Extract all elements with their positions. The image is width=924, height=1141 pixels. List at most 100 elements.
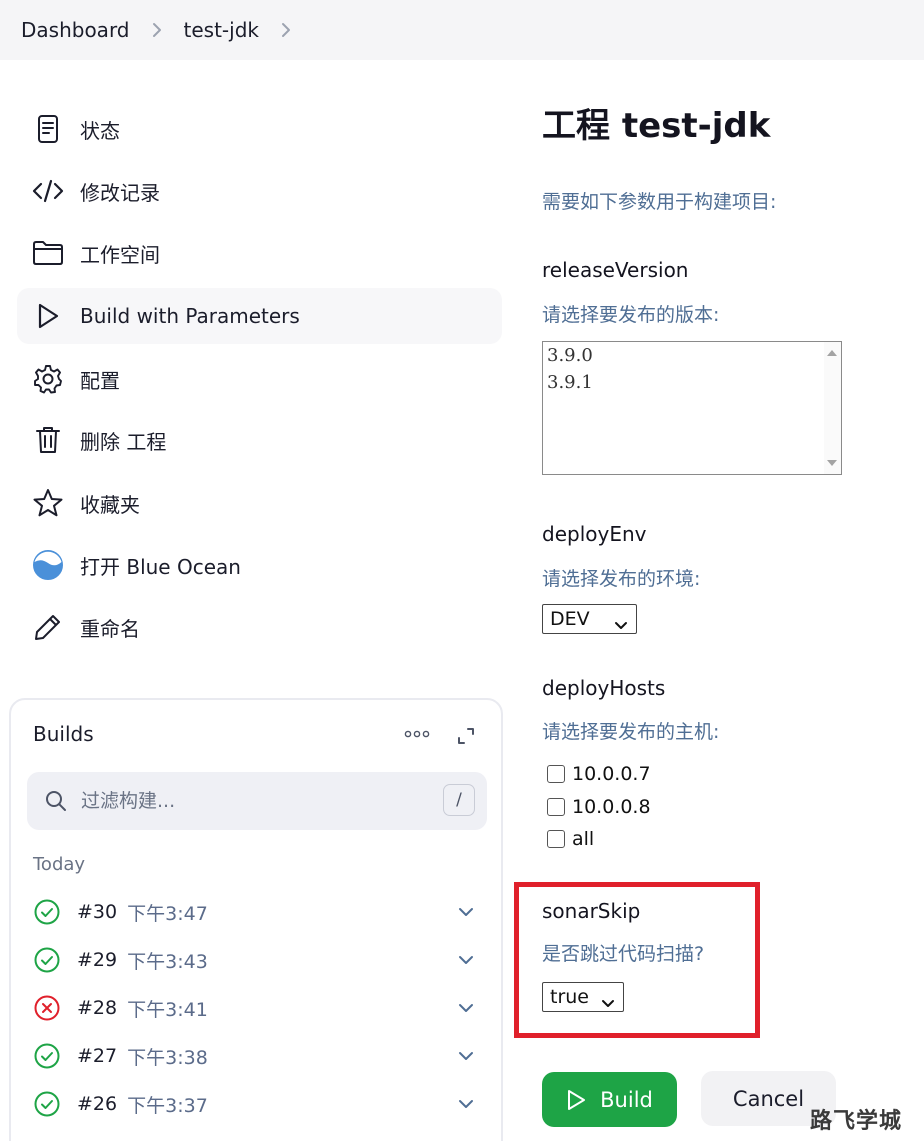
build-row[interactable]: #30 下午3:47: [33, 892, 478, 932]
sidebar-item-label: 打开 Blue Ocean: [80, 554, 241, 579]
watermark: 路飞学城: [810, 1109, 903, 1134]
sidebar-item-configure[interactable]: 配置: [17, 351, 502, 407]
success-status-icon: [33, 946, 61, 974]
chevron-down-icon[interactable]: [454, 996, 478, 1020]
success-status-icon: [33, 1090, 61, 1118]
breadcrumb-test-jdk[interactable]: test-jdk: [184, 18, 259, 42]
expand-icon[interactable]: [454, 724, 478, 748]
code-icon: [32, 175, 64, 207]
sidebar-item-label: 重命名: [80, 616, 140, 641]
more-icon[interactable]: [403, 724, 431, 744]
builds-panel: Builds / Today #30 下午3:47 #29 下午3:43 #28 下午3:…: [9, 698, 503, 1141]
sidebar-item-label: 删除 工程: [80, 429, 167, 454]
chevron-down-icon[interactable]: [454, 900, 478, 924]
sidebar-item-status[interactable]: 状态: [17, 101, 502, 157]
chevron-right-icon[interactable]: [281, 22, 291, 38]
trash-icon: [32, 424, 64, 456]
build-number[interactable]: #28: [77, 997, 117, 1019]
gear-icon: [32, 363, 64, 395]
build-row[interactable]: #26 下午3:37: [33, 1084, 478, 1124]
build-time[interactable]: 下午3:43: [127, 947, 208, 974]
release-version-listbox[interactable]: 3.9.0 3.9.1: [542, 341, 842, 475]
host-checkbox-row[interactable]: 10.0.0.8: [547, 794, 651, 820]
cancel-button-label: Cancel: [732, 1086, 805, 1111]
listbox-scrollbar[interactable]: [824, 342, 841, 474]
sidebar-item-rename[interactable]: 重命名: [17, 599, 502, 655]
chevron-down-icon[interactable]: [454, 1092, 478, 1116]
build-row[interactable]: #27 下午3:38: [33, 1036, 478, 1076]
release-version-option[interactable]: 3.9.1: [543, 369, 841, 396]
success-status-icon: [33, 1042, 61, 1070]
release-version-option[interactable]: 3.9.0: [543, 342, 841, 369]
param-deploy-env-desc: 请选择发布的环境:: [542, 568, 701, 590]
sidebar-item-favorite[interactable]: 收藏夹: [17, 475, 502, 531]
build-button[interactable]: Build: [542, 1072, 677, 1127]
build-row[interactable]: #28 下午3:41: [33, 988, 478, 1028]
build-number[interactable]: #27: [77, 1045, 117, 1067]
build-number[interactable]: #29: [77, 949, 117, 971]
play-icon: [568, 1089, 586, 1110]
build-number[interactable]: #30: [77, 901, 117, 923]
build-time[interactable]: 下午3:47: [127, 899, 208, 926]
sidebar-item-label: 配置: [80, 368, 120, 393]
param-release-version-name: releaseVersion: [542, 258, 689, 282]
chevron-down-icon[interactable]: [454, 948, 478, 972]
sidebar-item-workspace[interactable]: 工作空间: [17, 225, 502, 281]
host-checkbox-row[interactable]: all: [547, 826, 594, 852]
param-deploy-env-name: deployEnv: [542, 522, 647, 546]
success-status-icon: [33, 898, 61, 926]
param-sonar-skip-desc: 是否跳过代码扫描?: [542, 943, 705, 965]
sidebar-item-label: 工作空间: [80, 242, 160, 267]
build-button-label: Build: [600, 1087, 653, 1112]
build-time[interactable]: 下午3:41: [127, 995, 208, 1022]
param-release-version-desc: 请选择要发布的版本:: [542, 304, 720, 326]
folder-icon: [32, 237, 64, 269]
param-sonar-skip-name: sonarSkip: [542, 899, 641, 923]
build-time[interactable]: 下午3:37: [127, 1091, 208, 1118]
host-option-label: 10.0.0.7: [572, 763, 651, 785]
builds-filter: /: [27, 772, 487, 830]
builds-group-today: Today: [33, 854, 86, 875]
star-icon: [32, 487, 64, 519]
chevron-down-icon: [614, 614, 628, 636]
sidebar-item-changes[interactable]: 修改记录: [17, 163, 502, 219]
deploy-env-value: DEV: [550, 608, 590, 630]
sonar-skip-value: true: [550, 986, 589, 1008]
param-deploy-hosts-name: deployHosts: [542, 676, 666, 700]
checkbox[interactable]: [547, 798, 565, 816]
scroll-down-icon[interactable]: [827, 460, 837, 466]
host-checkbox-row[interactable]: 10.0.0.7: [547, 761, 651, 787]
chevron-down-icon[interactable]: [454, 1044, 478, 1068]
blue-ocean-icon: [32, 549, 64, 581]
play-icon: [32, 300, 64, 332]
build-number[interactable]: #26: [77, 1093, 117, 1115]
param-deploy-hosts-desc: 请选择要发布的主机:: [542, 721, 720, 743]
host-option-label: 10.0.0.8: [572, 796, 651, 818]
sidebar-item-label: 修改记录: [80, 180, 160, 205]
document-icon: [32, 113, 64, 145]
sidebar-item-blue-ocean[interactable]: 打开 Blue Ocean: [17, 537, 502, 593]
deploy-env-select[interactable]: DEV: [542, 604, 637, 634]
chevron-down-icon: [601, 992, 615, 1014]
failed-status-icon: [33, 994, 61, 1022]
host-option-label: all: [572, 828, 595, 850]
builds-title: Builds: [33, 722, 94, 746]
checkbox[interactable]: [547, 765, 565, 783]
params-description: 需要如下参数用于构建项目:: [542, 191, 777, 213]
build-time[interactable]: 下午3:38: [127, 1043, 208, 1070]
page-title: 工程 test-jdk: [542, 106, 771, 146]
builds-filter-input[interactable]: [81, 790, 421, 812]
sidebar-item-build-with-parameters[interactable]: Build with Parameters: [17, 288, 502, 344]
breadcrumb: Dashboard test-jdk: [0, 0, 924, 60]
sonar-skip-select[interactable]: true: [542, 982, 624, 1012]
breadcrumb-dashboard[interactable]: Dashboard: [21, 18, 130, 42]
chevron-right-icon: [152, 22, 162, 38]
sidebar-item-delete-project[interactable]: 删除 工程: [17, 412, 502, 468]
scroll-up-icon[interactable]: [827, 350, 837, 356]
sidebar-item-label: 收藏夹: [80, 492, 140, 517]
checkbox[interactable]: [547, 830, 565, 848]
build-row[interactable]: #29 下午3:43: [33, 940, 478, 980]
sidebar-item-label: 状态: [80, 118, 120, 143]
sidebar-item-label: Build with Parameters: [80, 304, 300, 328]
search-icon: [43, 788, 69, 814]
